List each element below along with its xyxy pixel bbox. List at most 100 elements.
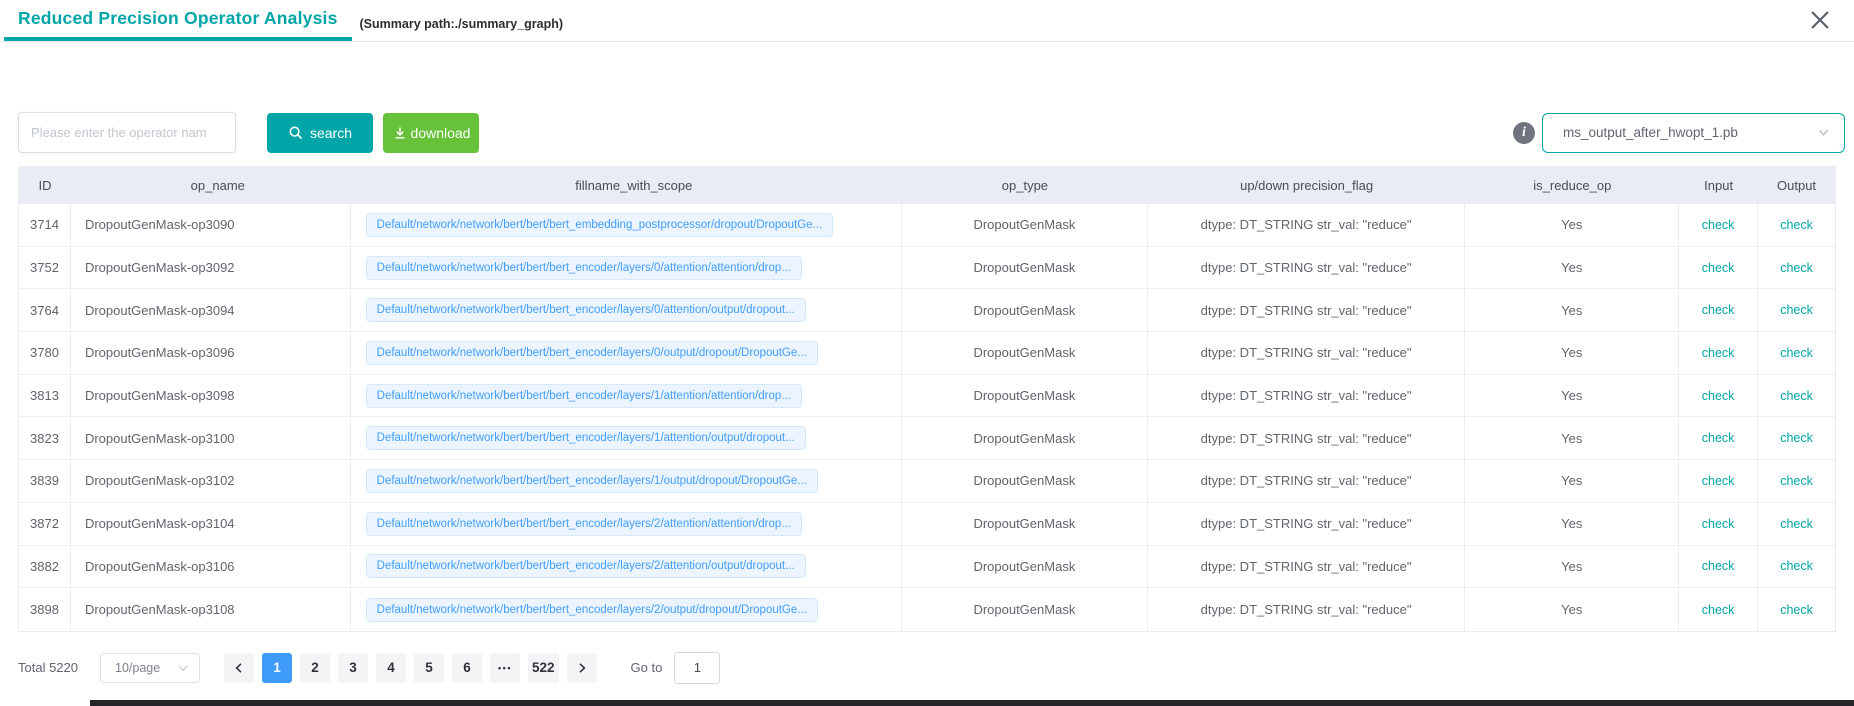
cell-id: 3764: [19, 289, 71, 331]
cell-is-reduce-op: Yes: [1465, 332, 1679, 374]
scope-tag[interactable]: Default/network/network/bert/bert/bert_e…: [366, 426, 806, 450]
scope-tag[interactable]: Default/network/network/bert/bert/bert_e…: [366, 554, 806, 578]
output-check-link[interactable]: check: [1780, 431, 1813, 445]
input-check-link[interactable]: check: [1702, 218, 1735, 232]
cell-op-name: DropoutGenMask-op3096: [71, 332, 351, 374]
chevron-left-icon: [233, 662, 245, 674]
cell-scope: Default/network/network/bert/bert/bert_e…: [351, 204, 902, 246]
output-check-link[interactable]: check: [1780, 303, 1813, 317]
cell-scope: Default/network/network/bert/bert/bert_e…: [351, 546, 902, 588]
scope-tag[interactable]: Default/network/network/bert/bert/bert_e…: [366, 256, 802, 280]
cell-is-reduce-op: Yes: [1465, 289, 1679, 331]
search-button[interactable]: search: [267, 113, 373, 153]
scope-tag[interactable]: Default/network/network/bert/bert/bert_e…: [366, 341, 818, 365]
download-button[interactable]: download: [383, 113, 479, 153]
cell-is-reduce-op: Yes: [1465, 460, 1679, 502]
page-size-select[interactable]: 10/page: [100, 653, 200, 683]
input-check-link[interactable]: check: [1702, 261, 1735, 275]
toolbar-right-controls: i ms_output_after_hwopt_1.pb: [1513, 113, 1845, 153]
cell-op-type: DropoutGenMask: [902, 417, 1148, 459]
tab-reduced-precision-analysis[interactable]: Reduced Precision Operator Analysis: [4, 0, 352, 41]
column-header-is-reduce-op: is_reduce_op: [1465, 178, 1679, 193]
column-header-op-type: op_type: [902, 178, 1148, 193]
cell-op-name: DropoutGenMask-op3102: [71, 460, 351, 502]
scope-tag[interactable]: Default/network/network/bert/bert/bert_e…: [366, 598, 818, 622]
chevron-down-icon: [1817, 126, 1830, 139]
cell-scope: Default/network/network/bert/bert/bert_e…: [351, 460, 902, 502]
total-count-label: Total 5220: [18, 660, 78, 675]
table-row: 3872 DropoutGenMask-op3104 Default/netwo…: [19, 503, 1835, 546]
output-check-link[interactable]: check: [1780, 218, 1813, 232]
cell-id: 3823: [19, 417, 71, 459]
cell-op-name: DropoutGenMask-op3090: [71, 204, 351, 246]
page-button-522[interactable]: 522: [528, 653, 559, 683]
pagination-bar: Total 5220 10/page 123456 ••• 522 Go to: [18, 652, 1836, 684]
page-button-5[interactable]: 5: [414, 653, 444, 683]
table-row: 3882 DropoutGenMask-op3106 Default/netwo…: [19, 546, 1835, 589]
cell-op-type: DropoutGenMask: [902, 204, 1148, 246]
page-button-2[interactable]: 2: [300, 653, 330, 683]
cell-op-type: DropoutGenMask: [902, 289, 1148, 331]
input-check-link[interactable]: check: [1702, 474, 1735, 488]
next-page-button[interactable]: [567, 653, 597, 683]
graph-file-select[interactable]: ms_output_after_hwopt_1.pb: [1542, 113, 1845, 153]
cell-id: 3752: [19, 247, 71, 289]
bottom-scrollbar[interactable]: [90, 700, 1854, 706]
table-row: 3898 DropoutGenMask-op3108 Default/netwo…: [19, 588, 1835, 631]
input-check-link[interactable]: check: [1702, 559, 1735, 573]
page-button-3[interactable]: 3: [338, 653, 368, 683]
column-header-precision-flag: up/down precision_flag: [1148, 178, 1466, 193]
cell-op-name: DropoutGenMask-op3094: [71, 289, 351, 331]
input-check-link[interactable]: check: [1702, 346, 1735, 360]
close-button[interactable]: [1808, 8, 1832, 32]
input-check-link[interactable]: check: [1702, 431, 1735, 445]
output-check-link[interactable]: check: [1780, 603, 1813, 617]
cell-id: 3898: [19, 588, 71, 631]
output-check-link[interactable]: check: [1780, 261, 1813, 275]
cell-precision-flag: dtype: DT_STRING str_val: "reduce": [1148, 204, 1466, 246]
cell-precision-flag: dtype: DT_STRING str_val: "reduce": [1148, 247, 1466, 289]
cell-op-type: DropoutGenMask: [902, 460, 1148, 502]
goto-page-input[interactable]: [674, 652, 720, 684]
prev-page-button[interactable]: [224, 653, 254, 683]
output-check-link[interactable]: check: [1780, 517, 1813, 531]
cell-scope: Default/network/network/bert/bert/bert_e…: [351, 417, 902, 459]
scope-tag[interactable]: Default/network/network/bert/bert/bert_e…: [366, 213, 834, 237]
cell-precision-flag: dtype: DT_STRING str_val: "reduce": [1148, 546, 1466, 588]
cell-op-type: DropoutGenMask: [902, 375, 1148, 417]
cell-id: 3872: [19, 503, 71, 545]
input-check-link[interactable]: check: [1702, 389, 1735, 403]
cell-precision-flag: dtype: DT_STRING str_val: "reduce": [1148, 588, 1466, 631]
page-button-4[interactable]: 4: [376, 653, 406, 683]
goto-page: Go to: [631, 652, 721, 684]
scope-tag[interactable]: Default/network/network/bert/bert/bert_e…: [366, 384, 802, 408]
download-icon: [392, 125, 408, 141]
cell-is-reduce-op: Yes: [1465, 546, 1679, 588]
output-check-link[interactable]: check: [1780, 559, 1813, 573]
toolbar: search download i ms_output_after_hwopt_…: [0, 112, 1854, 153]
top-bar: Reduced Precision Operator Analysis (Sum…: [0, 0, 1854, 42]
output-check-link[interactable]: check: [1780, 474, 1813, 488]
cell-precision-flag: dtype: DT_STRING str_val: "reduce": [1148, 417, 1466, 459]
cell-scope: Default/network/network/bert/bert/bert_e…: [351, 503, 902, 545]
ellipsis-page-button[interactable]: •••: [490, 653, 520, 683]
scope-tag[interactable]: Default/network/network/bert/bert/bert_e…: [366, 469, 818, 493]
info-icon[interactable]: i: [1513, 122, 1535, 144]
operator-search-input[interactable]: [18, 112, 236, 153]
column-header-id: ID: [19, 178, 71, 193]
input-check-link[interactable]: check: [1702, 517, 1735, 531]
output-check-link[interactable]: check: [1780, 346, 1813, 360]
cell-op-type: DropoutGenMask: [902, 546, 1148, 588]
cell-is-reduce-op: Yes: [1465, 204, 1679, 246]
scope-tag[interactable]: Default/network/network/bert/bert/bert_e…: [366, 512, 802, 536]
page-button-1[interactable]: 1: [262, 653, 292, 683]
output-check-link[interactable]: check: [1780, 389, 1813, 403]
input-check-link[interactable]: check: [1702, 303, 1735, 317]
cell-id: 3780: [19, 332, 71, 374]
input-check-link[interactable]: check: [1702, 603, 1735, 617]
cell-is-reduce-op: Yes: [1465, 503, 1679, 545]
scope-tag[interactable]: Default/network/network/bert/bert/bert_e…: [366, 298, 806, 322]
page-button-6[interactable]: 6: [452, 653, 482, 683]
cell-op-name: DropoutGenMask-op3108: [71, 588, 351, 631]
table-row: 3714 DropoutGenMask-op3090 Default/netwo…: [19, 204, 1835, 247]
